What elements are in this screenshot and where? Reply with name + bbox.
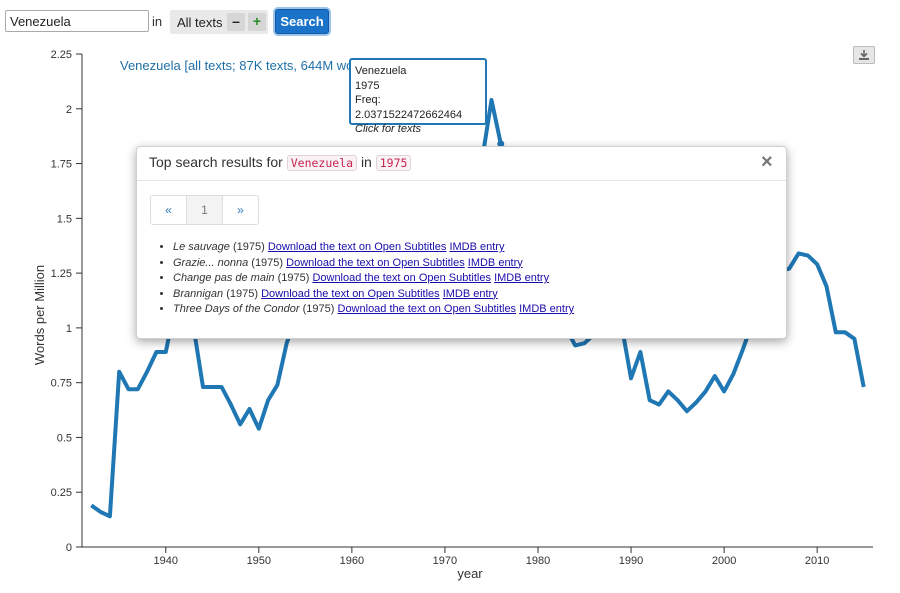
modal-header: Top search results for Venezuela in 1975…: [137, 147, 786, 181]
x-tick-label: 1960: [340, 555, 364, 567]
search-term-tag: Venezuela: [286, 155, 358, 171]
imdb-link[interactable]: IMDB entry: [468, 257, 523, 269]
y-tick-label: 0: [66, 542, 72, 554]
x-tick-label: 1940: [154, 555, 178, 567]
modal-title: Top search results for Venezuela in 1975: [149, 154, 412, 171]
download-link[interactable]: Download the text on Open Subtitles: [338, 303, 517, 315]
result-year: (1975): [302, 303, 335, 315]
search-results-modal: Top search results for Venezuela in 1975…: [136, 146, 787, 339]
pager-next-button[interactable]: »: [223, 196, 258, 224]
result-year: (1975): [251, 256, 284, 269]
imdb-link[interactable]: IMDB entry: [443, 288, 498, 300]
download-link[interactable]: Download the text on Open Subtitles: [286, 257, 465, 269]
tooltip-freq: Freq: 2.0371522472662464: [355, 94, 463, 121]
y-tick-label: 1.75: [51, 159, 72, 171]
y-tick-label: 1.5: [57, 213, 72, 225]
list-item: Grazie... nonna (1975) Download the text…: [173, 256, 574, 272]
y-tick-label: 1.25: [51, 268, 72, 280]
pager-page-current[interactable]: 1: [186, 196, 223, 224]
tooltip-year: 1975: [355, 79, 380, 92]
year-tag: 1975: [375, 155, 412, 171]
y-tick-label: 0.75: [51, 378, 72, 390]
result-title: Change pas de main: [173, 272, 275, 284]
y-tick-label: 1: [66, 323, 72, 335]
results-list: Le sauvage (1975) Download the text on O…: [159, 240, 574, 318]
pager-prev-button[interactable]: «: [151, 196, 186, 224]
list-item: Le sauvage (1975) Download the text on O…: [173, 240, 574, 256]
list-item: Brannigan (1975) Download the text on Op…: [173, 287, 574, 303]
download-link[interactable]: Download the text on Open Subtitles: [261, 288, 440, 300]
list-item: Three Days of the Condor (1975) Download…: [173, 302, 574, 318]
y-tick-label: 0.5: [57, 432, 72, 444]
result-title: Grazie... nonna: [173, 256, 249, 269]
imdb-link[interactable]: IMDB entry: [519, 303, 574, 315]
x-tick-label: 1990: [619, 555, 643, 567]
x-tick-label: 2010: [805, 555, 829, 567]
x-axis-label: year: [457, 566, 483, 581]
download-link[interactable]: Download the text on Open Subtitles: [268, 241, 447, 253]
modal-title-text: Top search results for: [149, 154, 283, 170]
close-icon[interactable]: ×: [761, 152, 773, 172]
download-link[interactable]: Download the text on Open Subtitles: [312, 272, 491, 284]
x-tick-label: 1950: [247, 555, 271, 567]
tooltip-series: Venezuela: [355, 65, 407, 77]
result-year: (1975): [277, 272, 310, 284]
pagination: « 1 »: [150, 195, 259, 225]
result-year: (1975): [232, 241, 265, 253]
y-tick-label: 2: [66, 104, 72, 116]
y-tick-label: 2.25: [51, 49, 72, 61]
x-tick-label: 1980: [526, 555, 550, 567]
result-title: Three Days of the Condor: [173, 303, 300, 315]
tooltip-hint: Click for texts: [355, 123, 422, 135]
y-axis-label: Words per Million: [32, 265, 47, 365]
chart-title: Venezuela [all texts; 87K texts, 644M wo…: [120, 58, 375, 73]
x-tick-label: 2000: [712, 555, 736, 567]
y-tick-label: 0.25: [51, 487, 72, 499]
list-item: Change pas de main (1975) Download the t…: [173, 271, 574, 287]
modal-in-text: in: [360, 154, 372, 170]
imdb-link[interactable]: IMDB entry: [494, 272, 549, 284]
chart-tooltip[interactable]: Venezuela 1975 Freq: 2.0371522472662464 …: [349, 58, 487, 135]
result-year: (1975): [226, 287, 259, 300]
imdb-link[interactable]: IMDB entry: [449, 241, 504, 253]
x-tick-label: 1970: [433, 555, 457, 567]
result-title: Brannigan: [173, 287, 224, 300]
result-title: Le sauvage: [173, 241, 230, 253]
